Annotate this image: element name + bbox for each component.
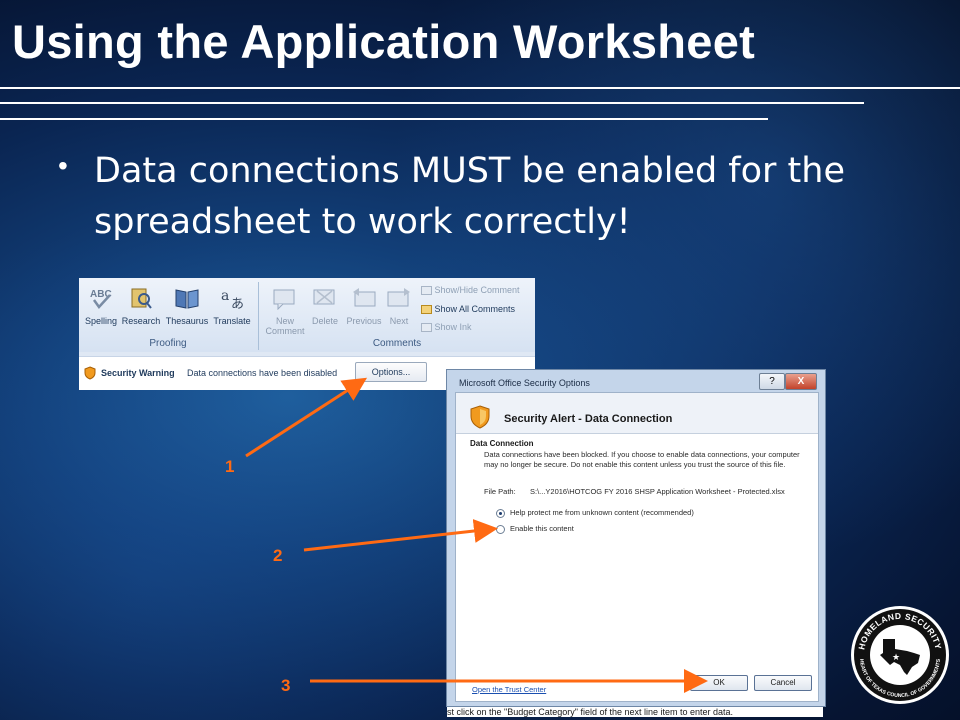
arrow-1 — [245, 377, 368, 458]
homeland-security-seal-logo: HOMELAND SECURITY HEART OF TEXAS COUNCIL… — [851, 606, 949, 704]
callout-arrows — [245, 377, 708, 693]
star-icon: ★ — [892, 652, 900, 662]
callout-number-1: 1 — [225, 457, 235, 476]
callout-number-2: 2 — [273, 546, 283, 565]
arrow-2 — [303, 519, 498, 552]
callout-number-3: 3 — [281, 676, 291, 695]
